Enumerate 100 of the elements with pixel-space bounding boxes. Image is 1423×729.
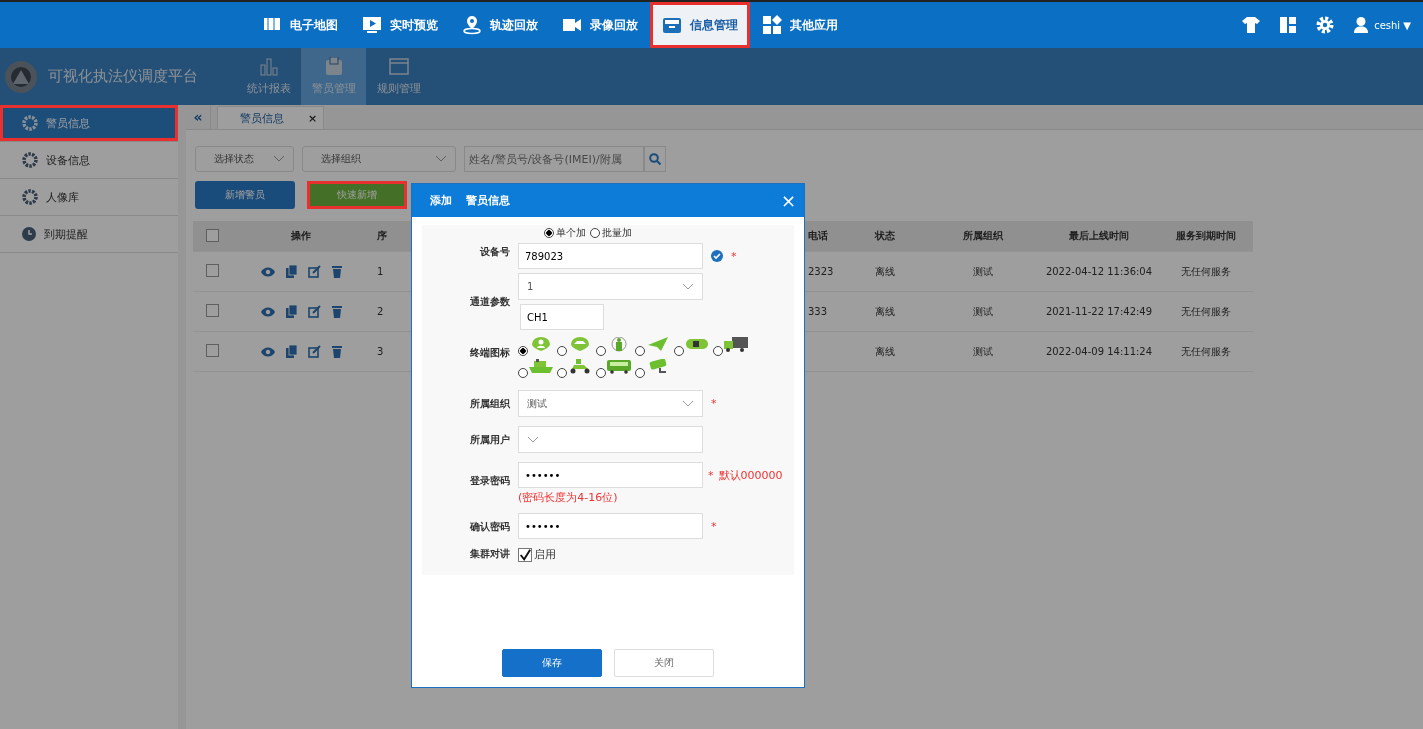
status-select[interactable]: 选择状态 [195,146,294,172]
settings-icon [1316,16,1335,34]
trash-icon [331,305,342,318]
nav-tab[interactable]: 信息管理 [650,2,750,48]
gear-icon [22,152,38,168]
table-cell-text: 333 [807,306,829,317]
close-dialog-button[interactable]: 关闭 [614,649,714,677]
monitor-play-icon [362,15,382,35]
table-cell-text: 测试 [971,304,994,319]
map-pin-icon [462,15,482,35]
radio-button[interactable] [596,346,606,356]
radio-button[interactable] [557,346,567,356]
nav-tab[interactable]: 其他应用 [750,2,850,48]
table-cell-text: 离线 [874,344,896,359]
table-cell-text: 测试 [971,344,994,359]
confirm-password-field[interactable]: •••••• [518,513,703,539]
organization-select[interactable]: 测试 [518,390,703,417]
copy-icon [285,265,297,278]
radio-button[interactable] [674,346,684,356]
search-icon [649,153,661,165]
radio-label: 单个加 [556,226,586,240]
add-officer-button[interactable]: 新增警员 [195,181,295,209]
radio-button[interactable] [635,368,645,378]
checkbox-label: 启用 [534,547,556,562]
chevron-down-icon [682,399,694,408]
search-button[interactable] [644,146,666,172]
user-icon [1354,17,1369,33]
sidebar-item[interactable]: 到期提醒 [0,216,178,253]
column-header: 操作 [290,229,312,243]
field-label: 确认密码 [469,520,511,534]
checkbox[interactable] [518,547,532,562]
check-circle-icon [711,250,723,262]
radio-button[interactable] [596,368,606,378]
radio-button[interactable] [544,228,554,238]
dialog-title: 添加 [430,193,452,208]
checkbox[interactable] [205,304,219,317]
radio-button[interactable] [557,368,567,378]
table-cell: 2022-04-12 11:36:04 [1045,266,1153,277]
layout-icon [1280,17,1297,33]
module-tab[interactable]: 统计报表 [236,48,301,105]
field-label: 登录密码 [469,474,511,488]
radio-button[interactable] [590,228,600,238]
cabinet-icon [662,15,682,35]
password-field[interactable]: •••••• [518,462,703,488]
required-mark: * [731,249,737,263]
module-tab[interactable]: 规则管理 [366,48,431,105]
eye-icon [260,306,275,317]
channel-name-field[interactable]: CH1 [520,304,604,330]
checkmark-icon [519,547,531,562]
ship-icon [529,359,553,374]
radio-button[interactable] [713,346,723,356]
radio-button[interactable] [518,346,528,356]
copy-icon [285,345,297,358]
checkbox[interactable] [205,344,219,357]
table-cell: 2021-11-22 17:42:49 [1045,306,1153,317]
table-cell-text: 无任何服务 [1180,264,1232,279]
page-tab[interactable]: 警员信息 × [217,106,325,129]
column-header: 所属组织 [961,229,1004,243]
table-cell-text: 无任何服务 [1180,304,1232,319]
edit-icon [307,265,321,278]
gear-icon [22,115,38,131]
table-cell-text: 1 [376,266,385,277]
checkbox[interactable] [205,228,219,242]
save-button[interactable]: 保存 [502,649,602,677]
sidebar-item[interactable]: 警员信息 [0,105,178,142]
radio-button[interactable] [635,346,645,356]
eye-icon [260,266,275,277]
nav-tab[interactable]: 电子地图 [250,2,350,48]
dialog-title: 警员信息 [466,193,510,208]
field-label: 终端图标 [469,346,511,360]
truck-icon [724,337,748,352]
radio-button[interactable] [518,368,528,378]
user-menu[interactable]: ceshi ▼ [1374,19,1411,31]
device-number-field[interactable]: 789023 [518,243,703,269]
nav-tab[interactable]: 录像回放 [550,2,650,48]
nav-tab[interactable]: 轨迹回放 [450,2,550,48]
checkbox[interactable] [205,264,219,277]
field-label: 所属组织 [469,397,511,411]
column-header: 状态 [873,229,896,243]
channel-count-select[interactable]: 1 [518,273,703,300]
default-password-note: 默认000000 [718,467,783,483]
field-label: 所属用户 [469,433,511,447]
copy-icon [285,305,297,318]
hat-marker-icon [568,337,592,352]
sidebar-item[interactable]: 人像库 [0,179,178,216]
field-label: 集群对讲 [469,547,511,561]
close-tab-button[interactable]: × [308,111,318,125]
clock-icon [22,227,36,241]
search-field[interactable]: 姓名/警员号/设备号(IMEI)/附属 [464,146,644,172]
organization-select[interactable]: 选择组织 [302,146,456,172]
sidebar-item[interactable]: 设备信息 [0,142,178,179]
collapse-button[interactable]: « [186,105,211,129]
close-button[interactable]: × [780,190,796,211]
column-header: 最后上线时间 [1068,229,1130,243]
apps-grid-icon [762,15,782,35]
paper-plane-icon [646,337,670,352]
nav-tab[interactable]: 实时预览 [350,2,450,48]
column-header: 序 [376,229,388,243]
bar-chart-icon [258,57,279,77]
table-cell-text: 3 [376,346,385,357]
